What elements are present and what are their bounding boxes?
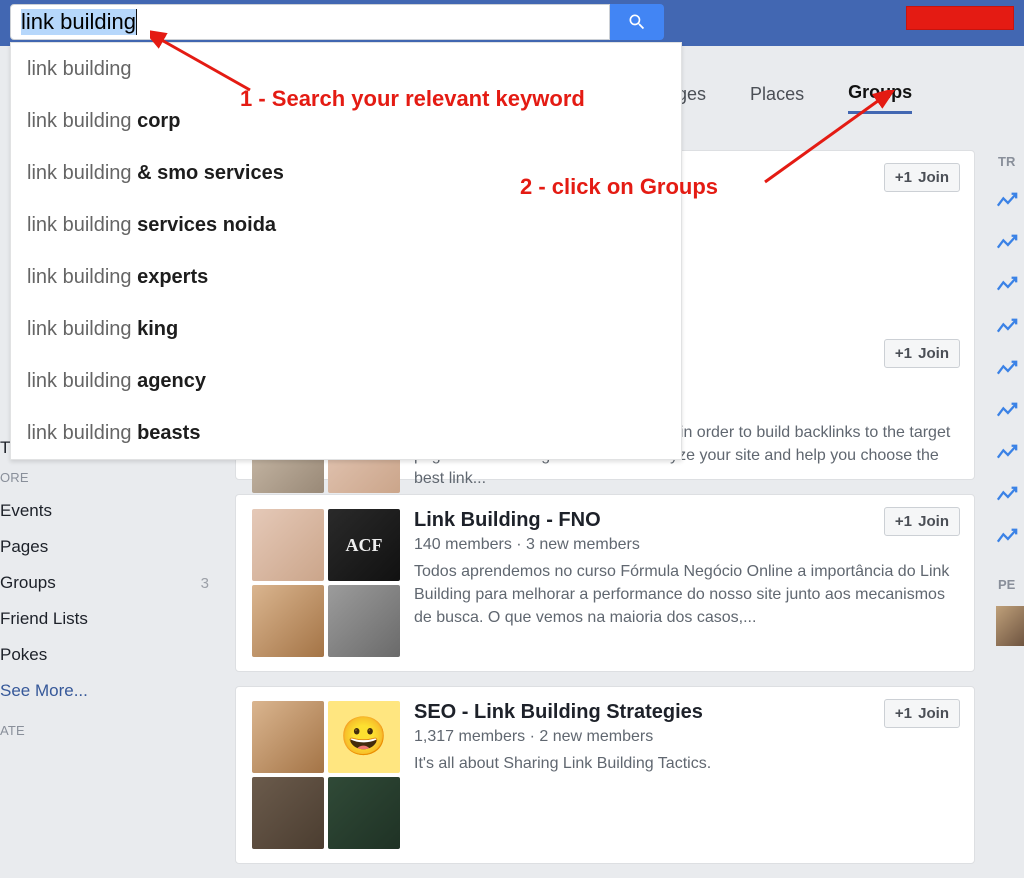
plus-one-icon: +1 <box>895 705 912 722</box>
join-label: Join <box>918 513 949 530</box>
member-avatar <box>328 701 400 773</box>
trending-icon[interactable] <box>996 401 1024 429</box>
result-title-link[interactable]: Link Building - FNO <box>414 509 958 532</box>
trending-icon[interactable] <box>996 275 1024 303</box>
trending-icon[interactable] <box>996 485 1024 513</box>
member-avatar <box>328 585 400 657</box>
sidebar-item-pages[interactable]: Pages <box>0 529 215 565</box>
ac-prefix: link building <box>27 318 137 340</box>
sidebar-item-count: 3 <box>201 575 209 592</box>
member-avatar: ACF <box>328 509 400 581</box>
autocomplete-suggestion[interactable]: link building corp <box>11 95 681 147</box>
member-photos-grid <box>252 701 400 849</box>
ac-prefix: link building <box>27 110 137 132</box>
member-avatar <box>252 777 324 849</box>
result-title-link[interactable]: SEO - Link Building Strategies <box>414 701 958 724</box>
autocomplete-suggestion[interactable]: link building beasts <box>11 407 681 459</box>
tab-groups[interactable]: Groups <box>848 74 912 114</box>
trending-heading: TR <box>994 150 1024 177</box>
result-body: SEO - Link Building Strategies 1,317 mem… <box>414 701 958 775</box>
sidebar-heading-more: ORE <box>0 466 215 493</box>
tab-places[interactable]: Places <box>750 76 804 113</box>
ac-prefix: link building <box>27 58 132 80</box>
member-avatar <box>252 509 324 581</box>
trending-icon[interactable] <box>996 191 1024 219</box>
sidebar-item-label: Events <box>0 501 52 521</box>
result-meta: 1,317 members · 2 new members <box>414 728 958 746</box>
ac-prefix: link building <box>27 214 137 236</box>
ac-bold: experts <box>137 266 208 288</box>
ac-bold: & smo services <box>137 162 284 184</box>
sidebar-item-groups[interactable]: Groups 3 <box>0 565 215 601</box>
search-container: link building <box>10 4 670 40</box>
join-button[interactable]: +1 Join <box>884 163 960 192</box>
ac-prefix: link building <box>27 266 137 288</box>
join-button[interactable]: +1 Join <box>884 507 960 536</box>
ac-bold: services noida <box>137 214 276 236</box>
ac-bold: king <box>137 318 178 340</box>
result-description: It's all about Sharing Link Building Tac… <box>414 752 958 775</box>
result-description: Todos aprendemos no curso Fórmula Negóci… <box>414 560 958 630</box>
member-avatar <box>252 585 324 657</box>
search-button[interactable] <box>610 4 664 40</box>
sidebar-item-events[interactable]: Events <box>0 493 215 529</box>
join-button[interactable]: +1 Join <box>884 699 960 728</box>
sidebar-heading-ate: ATE <box>0 719 215 746</box>
ac-prefix: link building <box>27 422 137 444</box>
autocomplete-suggestion[interactable]: link building services noida <box>11 199 681 251</box>
member-avatar <box>252 701 324 773</box>
plus-one-icon: +1 <box>895 345 912 362</box>
sidebar-item-friend-lists[interactable]: Friend Lists <box>0 601 215 637</box>
sidebar-item-pokes[interactable]: Pokes <box>0 637 215 673</box>
autocomplete-suggestion[interactable]: link building king <box>11 303 681 355</box>
search-input-value: link building <box>21 9 136 35</box>
sidebar-see-more-link[interactable]: See More... <box>0 673 215 709</box>
ac-bold: beasts <box>137 422 200 444</box>
magnifier-icon <box>627 12 647 32</box>
trending-icon[interactable] <box>996 233 1024 261</box>
ac-bold: agency <box>137 370 206 392</box>
autocomplete-suggestion[interactable]: link building experts <box>11 251 681 303</box>
member-photos-grid: ACF <box>252 509 400 657</box>
ac-bold: corp <box>137 110 180 132</box>
result-meta: 140 members · 3 new members <box>414 536 958 554</box>
trending-icon[interactable] <box>996 527 1024 555</box>
join-label: Join <box>918 345 949 362</box>
ac-prefix: link building <box>27 370 137 392</box>
autocomplete-suggestion[interactable]: link building & smo services <box>11 147 681 199</box>
text-caret <box>136 9 137 35</box>
join-button[interactable]: +1 Join <box>884 339 960 368</box>
redacted-profile-box <box>906 6 1014 30</box>
sidebar-item-label: Pages <box>0 537 48 557</box>
trending-icon[interactable] <box>996 359 1024 387</box>
people-thumbnail[interactable] <box>996 606 1024 646</box>
plus-one-icon: +1 <box>895 513 912 530</box>
plus-one-icon: +1 <box>895 169 912 186</box>
trending-icon[interactable] <box>996 443 1024 471</box>
sidebar-item-label: Pokes <box>0 645 47 665</box>
join-label: Join <box>918 169 949 186</box>
sidebar-item-label: Friend Lists <box>0 609 88 629</box>
search-input[interactable]: link building <box>10 4 610 40</box>
ac-prefix: link building <box>27 162 137 184</box>
left-sidebar: Travel Assistant India 2 ORE Events Page… <box>0 430 225 746</box>
group-result-card: SEO - Link Building Strategies 1,317 mem… <box>235 686 975 864</box>
group-result-card: ACF Link Building - FNO 140 members · 3 … <box>235 494 975 672</box>
autocomplete-suggestion[interactable]: link building <box>11 43 681 95</box>
right-rail: TR PE <box>994 150 1024 646</box>
trending-icon[interactable] <box>996 317 1024 345</box>
people-heading: PE <box>994 573 1024 600</box>
search-autocomplete-dropdown: link building link building corp link bu… <box>10 42 682 460</box>
sidebar-item-label: Groups <box>0 573 56 593</box>
autocomplete-suggestion[interactable]: link building agency <box>11 355 681 407</box>
member-avatar <box>328 777 400 849</box>
result-body: Link Building - FNO 140 members · 3 new … <box>414 509 958 630</box>
join-label: Join <box>918 705 949 722</box>
